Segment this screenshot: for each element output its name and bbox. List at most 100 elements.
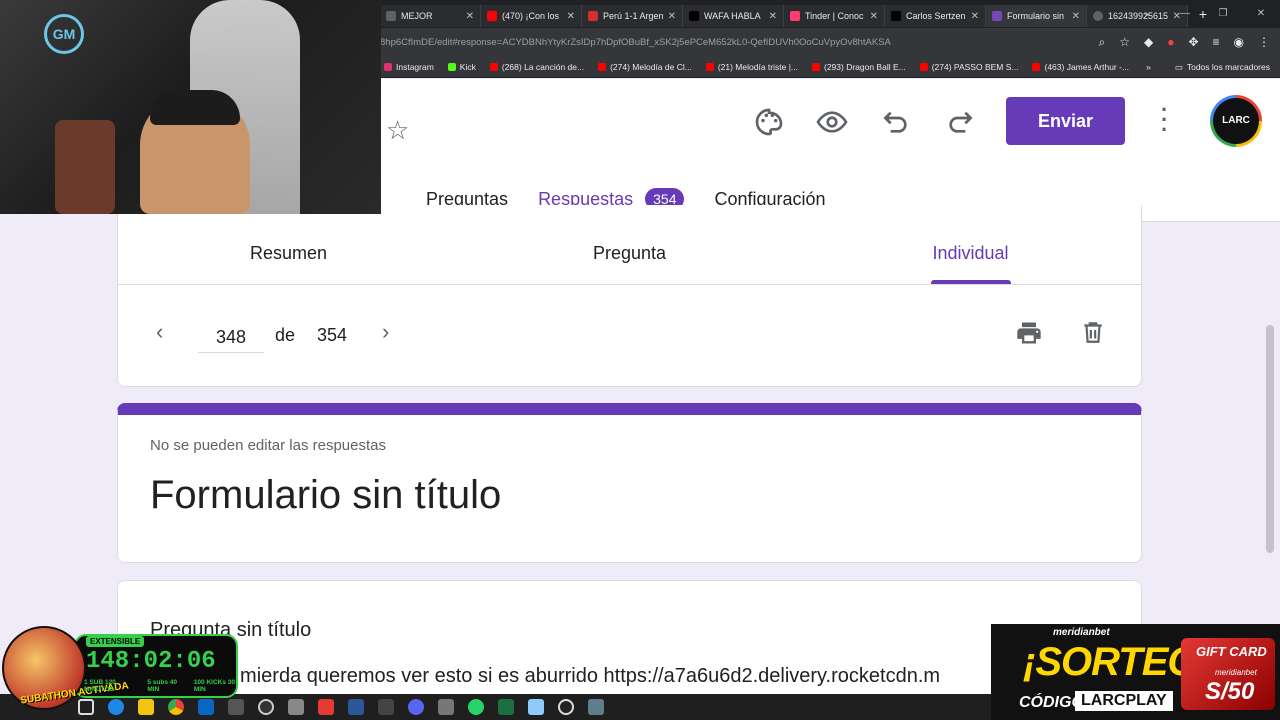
app-icon[interactable]	[528, 699, 544, 715]
print-icon[interactable]	[1014, 319, 1044, 347]
whatsapp-icon[interactable]	[468, 699, 484, 715]
bookmark-star-icon[interactable]: ☆	[1119, 35, 1130, 50]
tab-title: Formulario sin	[1007, 11, 1065, 21]
bookmark-label: (268) La canción de...	[501, 61, 585, 72]
pager-of-label: de	[275, 325, 296, 345]
browser-tab-active[interactable]: Formulario sin ✕	[986, 5, 1087, 27]
close-icon[interactable]: ✕	[668, 11, 676, 22]
profile-icon[interactable]: ◉	[1234, 35, 1244, 50]
more-options-icon[interactable]: · · ·	[1161, 99, 1168, 141]
chevron-left-icon[interactable]: ‹	[156, 319, 163, 345]
tab-title: Carlos Sertzen	[906, 11, 966, 21]
page-scrollbar[interactable]	[1266, 325, 1274, 553]
tab-title: (470) ¡Con los	[502, 11, 560, 21]
browser-tab[interactable]: (470) ¡Con los ✕	[481, 5, 582, 27]
tab-individual-label: Individual	[932, 243, 1009, 263]
maximize-button[interactable]: ❐	[1204, 0, 1242, 28]
responses-subtabs: Resumen Pregunta Individual	[118, 205, 1141, 285]
more-bookmarks-button[interactable]: »	[1146, 62, 1151, 72]
browser-tab[interactable]: Tinder | Conoc ✕	[784, 5, 885, 27]
bookmark-item[interactable]: (274) Melodía de Cl...	[598, 62, 692, 72]
globe-icon	[1093, 11, 1103, 21]
bookmark-item[interactable]: (274) PASSO BEM S...	[919, 62, 1018, 72]
browser-tab[interactable]: Perú 1-1 Argen ✕	[582, 5, 683, 27]
app-icon[interactable]	[438, 699, 454, 715]
bookmark-label: (274) Melodía de Cl...	[610, 61, 692, 72]
app-icon[interactable]	[378, 699, 394, 715]
app-icon[interactable]	[558, 699, 574, 715]
delete-icon[interactable]	[1080, 317, 1106, 347]
close-icon[interactable]: ✕	[567, 11, 575, 22]
goal-item: 1 SUB 120 MINUTOS	[84, 679, 116, 693]
avatar-text: LARC PLAY	[1213, 98, 1259, 172]
app-icon[interactable]	[318, 699, 334, 715]
undo-icon[interactable]	[880, 106, 912, 138]
url-field[interactable]: 8hp6CfImDE/edit#response=ACYDBNhYtyKrZsI…	[380, 37, 1060, 48]
bookmark-item[interactable]: (293) Dragon Ball E...	[811, 62, 906, 72]
tab-summary[interactable]: Resumen	[118, 205, 459, 284]
calculator-icon[interactable]	[588, 699, 604, 715]
youtube-icon	[487, 11, 497, 21]
chair-image	[55, 120, 115, 214]
browser-tab[interactable]: MEJOR ✕	[380, 5, 481, 27]
obs-icon[interactable]	[258, 699, 274, 715]
tinder-icon	[790, 11, 800, 21]
tab-question[interactable]: Pregunta	[459, 205, 800, 284]
extensions-puzzle-icon[interactable]: ✥	[1188, 35, 1198, 50]
menu-icon[interactable]: ⋮	[1258, 35, 1270, 50]
media-icon[interactable]: ≡	[1213, 35, 1220, 50]
folder-icon: ▭	[1174, 61, 1183, 72]
tab-individual[interactable]: Individual	[800, 205, 1141, 284]
bookmark-item[interactable]: (268) La canción de...	[489, 61, 585, 72]
discord-icon[interactable]	[408, 699, 424, 715]
bookmark-item[interactable]: (21) Melodía triste |...	[705, 61, 798, 72]
bookmark-item[interactable]: (463) James Arthur -...	[1032, 62, 1129, 72]
gift-card-brand: meridianbet	[1215, 668, 1257, 677]
response-number-input[interactable]	[198, 323, 264, 353]
bookmarks-end: » ▭ Todos los marcadores	[1146, 56, 1270, 78]
close-icon[interactable]: ✕	[971, 11, 979, 22]
tiktok-icon	[689, 11, 699, 21]
youtube-icon	[919, 62, 928, 71]
responses-card: Resumen Pregunta Individual ‹ de 354 ›	[117, 205, 1142, 387]
excel-icon[interactable]	[498, 699, 514, 715]
extension-icon[interactable]: ◆	[1144, 35, 1153, 50]
response-pager: ‹ de 354 ›	[118, 285, 1141, 385]
tab-title: Tinder | Conoc	[805, 11, 864, 21]
tab-title: MEJOR	[401, 11, 433, 21]
close-icon[interactable]: ✕	[1072, 11, 1080, 22]
toolbar-icons: ⌕ ☆ ◆ ● ✥ ≡ ◉ ⋮	[1098, 35, 1270, 50]
bookmark-item[interactable]: Kick	[447, 62, 476, 72]
star-icon[interactable]: ☆	[386, 115, 409, 146]
subathon-timer-overlay: SUBATHON ACTIVADA EXTENSIBLE 148:02:06 1…	[2, 626, 240, 710]
promo-brand: meridianbet	[1053, 627, 1110, 638]
minimize-button[interactable]: —	[1166, 0, 1204, 28]
sponsor-promo-overlay: meridianbet ¡SORTEO! CÓDIGO: LARCPLAY GI…	[991, 624, 1280, 720]
word-icon[interactable]	[348, 699, 364, 715]
gift-card-value: S/50	[1205, 678, 1255, 705]
youtube-icon	[1032, 62, 1041, 71]
gift-card-label: GIFT CARD	[1196, 644, 1267, 659]
tab-summary-label: Resumen	[249, 243, 328, 263]
close-icon[interactable]: ✕	[466, 11, 474, 22]
send-button[interactable]: Enviar	[1006, 97, 1125, 145]
avatar[interactable]: LARC PLAY	[1210, 95, 1262, 172]
redo-icon[interactable]	[944, 106, 976, 138]
zoom-icon[interactable]: ⌕	[1098, 35, 1105, 50]
bookmark-item[interactable]: Instagram	[384, 62, 434, 72]
app-icon[interactable]	[288, 699, 304, 715]
close-window-button[interactable]: ✕	[1242, 0, 1280, 28]
close-icon[interactable]: ✕	[870, 11, 878, 22]
preview-eye-icon[interactable]	[816, 106, 848, 138]
extension-icon[interactable]: ●	[1167, 35, 1174, 50]
dropdown-icon[interactable]: ⌄	[1128, 0, 1166, 28]
palette-icon[interactable]	[753, 106, 785, 138]
close-icon[interactable]: ✕	[769, 11, 777, 22]
tab-favicon	[588, 11, 598, 21]
all-bookmarks-link[interactable]: Todos los marcadores	[1187, 62, 1270, 72]
browser-tab[interactable]: WAFA HABLA ✕	[683, 5, 784, 27]
browser-tab[interactable]: Carlos Sertzen ✕	[885, 5, 986, 27]
chevron-right-icon[interactable]: ›	[382, 319, 389, 345]
bookmark-label: (21) Melodía triste |...	[717, 61, 798, 72]
timer-goals: 1 SUB 120 MINUTOS 5 subs 40 MIN 100 KICK…	[84, 679, 240, 693]
